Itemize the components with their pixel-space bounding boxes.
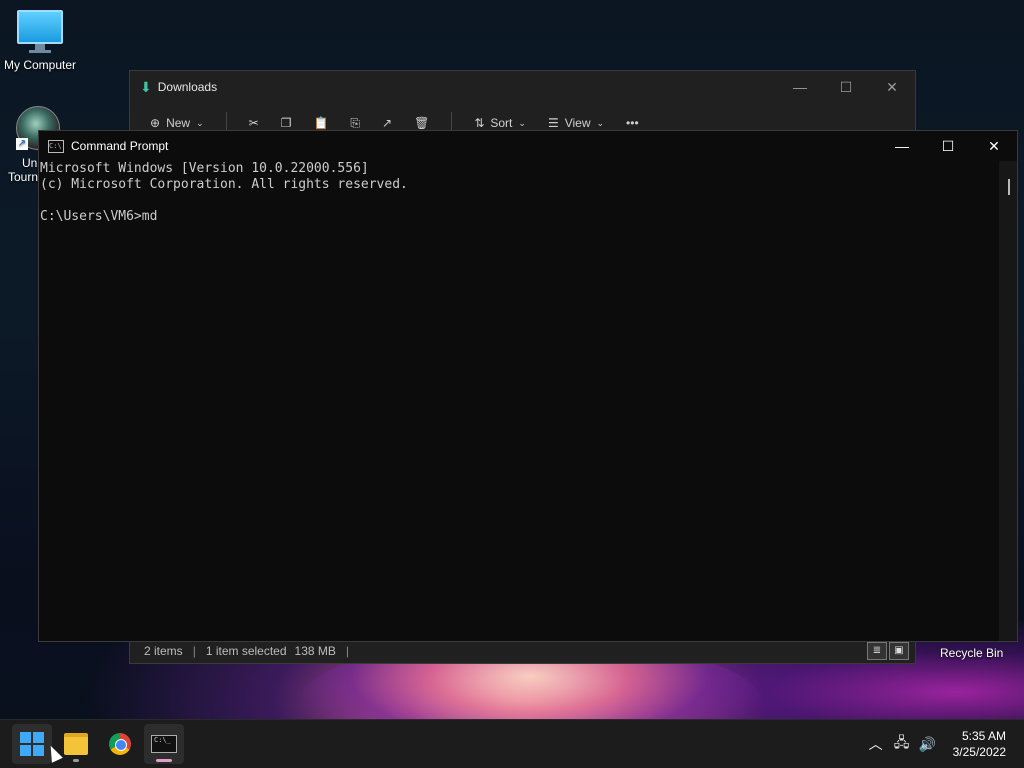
rename-icon: ⎘: [350, 115, 361, 130]
terminal-icon: C:\_: [151, 735, 177, 753]
desktop-icon-recycle-bin[interactable]: Recycle Bin: [940, 646, 1003, 660]
new-button[interactable]: ⊕ New ⌄: [150, 116, 204, 130]
network-button[interactable]: 🖧: [889, 732, 915, 756]
rename-button[interactable]: ⎘: [350, 116, 360, 131]
delete-button[interactable]: 🗑: [414, 116, 429, 130]
explorer-minimize-button[interactable]: —: [777, 71, 823, 103]
tiles-view-button[interactable]: ▣: [889, 642, 909, 660]
copy-icon: ❐: [280, 116, 292, 130]
windows-logo-icon: [20, 732, 44, 756]
explorer-title: Downloads: [157, 80, 218, 94]
maximize-icon: ☐: [941, 137, 955, 154]
download-icon: ⬇: [140, 78, 152, 95]
monitor-icon: [2, 10, 78, 53]
active-indicator: [156, 759, 172, 762]
tiles-view-icon: ▣: [894, 645, 904, 656]
trash-icon: 🗑: [414, 116, 430, 130]
cut-icon: ✂: [248, 116, 259, 130]
share-button[interactable]: ↗: [382, 116, 392, 130]
clock-time: 5:35 AM: [961, 729, 1006, 743]
more-icon: •••: [626, 116, 639, 130]
console-prompt-line: C:\Users\VM6>md: [40, 209, 158, 224]
details-view-button[interactable]: ≣: [867, 642, 887, 660]
minimize-icon: —: [895, 138, 909, 154]
view-mode-buttons: ≣ ▣: [867, 642, 909, 660]
clock-date: 3/25/2022: [952, 745, 1006, 759]
network-icon: 🖧: [893, 734, 910, 750]
tray-overflow-button[interactable]: ︿: [863, 734, 889, 754]
command-prompt-window[interactable]: C:\ Command Prompt — ☐ ✕ Microsoft Windo…: [38, 130, 1018, 642]
cmd-title: Command Prompt: [71, 139, 169, 153]
console-line: (c) Microsoft Corporation. All rights re…: [40, 177, 408, 192]
chevron-down-icon: ⌄: [196, 117, 204, 128]
cmd-scrollbar-thumb[interactable]: [1008, 179, 1010, 195]
sort-button[interactable]: ⇅ Sort ⌄: [474, 116, 526, 130]
taskbar-clock[interactable]: 5:35 AM 3/25/2022: [953, 728, 1006, 760]
explorer-close-button[interactable]: ✕: [869, 71, 915, 103]
start-button[interactable]: [12, 724, 52, 764]
more-options-button[interactable]: •••: [626, 116, 639, 130]
chrome-icon: [109, 733, 131, 755]
taskbar: C:\_ ︿ 🖧 🔊 5:35 AM 3/25/2022: [0, 719, 1024, 768]
cut-button[interactable]: ✂: [249, 116, 259, 130]
paste-button[interactable]: 📋: [313, 116, 328, 130]
sort-icon: ⇅: [474, 116, 485, 130]
cmd-titlebar[interactable]: C:\ Command Prompt — ☐ ✕: [39, 131, 1017, 161]
desktop-icon-my-computer[interactable]: My Computer: [2, 10, 78, 72]
copy-button[interactable]: ❐: [281, 116, 292, 130]
volume-button[interactable]: 🔊: [915, 736, 941, 753]
speaker-icon: 🔊: [918, 735, 937, 752]
cmd-scrollbar[interactable]: [999, 161, 1017, 641]
cmd-minimize-button[interactable]: —: [879, 131, 925, 161]
explorer-titlebar[interactable]: ⬇ Downloads — ☐ ✕: [130, 71, 915, 103]
details-view-icon: ≣: [872, 645, 882, 656]
desktop-icon-label: My Computer: [3, 58, 77, 72]
status-item-count: 2 items: [144, 644, 183, 658]
taskbar-command-prompt[interactable]: C:\_: [144, 724, 184, 764]
view-button[interactable]: ☰ View ⌄: [548, 116, 604, 130]
cmd-app-icon: C:\: [48, 139, 64, 153]
explorer-status-bar: 2 items | 1 item selected 138 MB | ≣ ▣: [130, 639, 915, 663]
status-size: 138 MB: [294, 644, 336, 658]
chevron-up-icon: ︿: [868, 736, 883, 752]
view-list-icon: ☰: [547, 116, 559, 130]
running-indicator: [73, 759, 79, 762]
shortcut-arrow-icon: ↗: [16, 138, 28, 150]
cmd-console-output[interactable]: Microsoft Windows [Version 10.0.22000.55…: [39, 161, 999, 641]
folder-icon: [64, 733, 88, 755]
cmd-close-button[interactable]: ✕: [971, 131, 1017, 161]
console-line: Microsoft Windows [Version 10.0.22000.55…: [40, 161, 369, 176]
status-selection: 1 item selected: [205, 644, 287, 658]
system-tray: ︿ 🖧 🔊 5:35 AM 3/25/2022: [863, 720, 1024, 768]
explorer-maximize-button[interactable]: ☐: [823, 71, 869, 103]
taskbar-chrome[interactable]: [100, 724, 140, 764]
share-icon: ↗: [382, 116, 393, 130]
cmd-maximize-button[interactable]: ☐: [925, 131, 971, 161]
close-icon: ✕: [988, 137, 1000, 154]
paste-icon: 📋: [313, 116, 329, 130]
plus-circle-icon: ⊕: [150, 116, 161, 130]
chevron-down-icon: ⌄: [518, 117, 526, 128]
chevron-down-icon: ⌄: [596, 117, 605, 128]
